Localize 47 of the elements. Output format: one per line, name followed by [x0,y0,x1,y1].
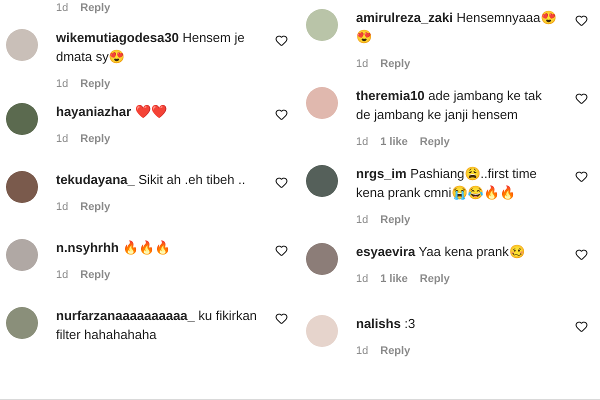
heart-icon[interactable] [275,108,288,121]
reply-link[interactable]: Reply [80,267,110,283]
reply-link[interactable]: Reply [380,56,410,72]
comment-time: 1d [356,57,368,72]
avatar[interactable] [306,165,338,197]
reply-link[interactable]: Reply [80,0,110,16]
heart-icon[interactable] [575,92,588,105]
reply-link[interactable]: Reply [420,271,450,287]
heart-icon[interactable] [575,320,588,333]
reply-link[interactable]: Reply [80,131,110,147]
comment-time: 1d [56,77,68,92]
heart-icon[interactable] [275,312,288,325]
avatar[interactable] [6,171,38,203]
comment-text: esyaevira Yaa kena prank🥴 [356,243,526,261]
avatar[interactable] [6,103,38,135]
comment-time: 1d [56,1,68,16]
comment-text: nalishs :3 [356,315,416,333]
like-count[interactable]: 1 like [380,271,408,287]
heart-icon[interactable] [275,176,288,189]
comment-time: 1d [56,132,68,147]
comment-time: 1d [56,268,68,283]
comment-text: amirulreza_zaki Hensemnyaaa😍😍 [356,9,558,46]
heart-icon[interactable] [275,244,288,257]
reply-link[interactable]: Reply [80,76,110,92]
heart-icon[interactable] [575,14,588,27]
comment-time: 1d [56,200,68,215]
heart-icon[interactable] [575,248,588,261]
reply-link[interactable]: Reply [380,212,410,228]
comment-text: nurfarzanaaaaaaaaaa_ ku fikirkan filter hahahahaha [56,307,258,344]
reply-link[interactable]: Reply [380,343,410,359]
avatar[interactable] [6,307,38,339]
reply-link[interactable]: Reply [80,199,110,215]
comment-text: wikemutiagodesa30 Hensem je dmata sy😍 [56,29,246,66]
comment-time: 1d [356,213,368,228]
comment-time: 1d [356,344,368,359]
comment-text: nrgs_im Pashiang😩..first time kena prank cmni😭😂🔥🔥 [356,165,538,202]
comment-text: theremia10 ade jambang ke tak de jambang ke janji hensem [356,87,543,124]
comment-text: hayaniazhar ❤❤ [56,103,168,121]
reply-link[interactable]: Reply [420,134,450,150]
comment-text: n.nsyhrhh 🔥🔥🔥 [56,239,172,257]
like-count[interactable]: 1 like [380,134,408,150]
heart-icon[interactable] [575,170,588,183]
comment-text: tekudayana_ Sikit ah .eh tibeh .. [56,171,246,189]
comment-time: 1d [356,272,368,287]
avatar[interactable] [306,243,338,275]
comment-time: 1d [356,135,368,150]
heart-icon[interactable] [275,34,288,47]
